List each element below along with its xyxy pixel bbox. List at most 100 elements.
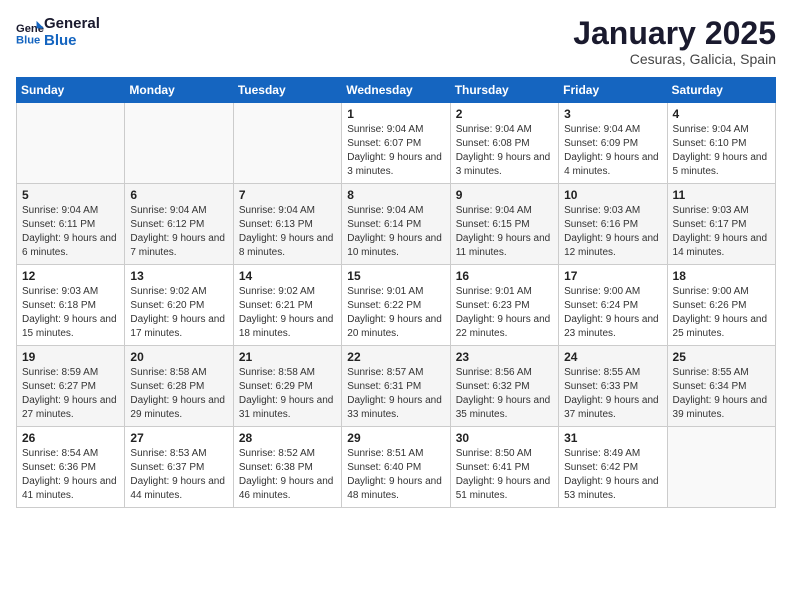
calendar-week-row: 19 Sunrise: 8:59 AM Sunset: 6:27 PM Dayli…	[17, 346, 776, 427]
day-info: Sunrise: 8:59 AM Sunset: 6:27 PM Dayligh…	[22, 366, 119, 422]
calendar-cell: 20 Sunrise: 8:58 AM Sunset: 6:28 PM Dayli…	[125, 346, 233, 427]
calendar-cell: 28 Sunrise: 8:52 AM Sunset: 6:38 PM Dayli…	[233, 427, 341, 508]
day-number: 5	[22, 188, 119, 202]
day-info: Sunrise: 9:04 AM Sunset: 6:14 PM Dayligh…	[347, 204, 444, 260]
day-info: Sunrise: 9:04 AM Sunset: 6:15 PM Dayligh…	[456, 204, 553, 260]
day-number: 16	[456, 269, 553, 283]
calendar-cell: 8 Sunrise: 9:04 AM Sunset: 6:14 PM Daylig…	[342, 184, 450, 265]
calendar-week-row: 5Sunrise: 9:04 AM Sunset: 6:11 PM Daylig…	[17, 184, 776, 265]
calendar-cell: 10 Sunrise: 9:03 AM Sunset: 6:16 PM Dayli…	[559, 184, 667, 265]
day-info: Sunrise: 8:58 AM Sunset: 6:28 PM Dayligh…	[130, 366, 227, 422]
calendar-cell: 25 Sunrise: 8:55 AM Sunset: 6:34 PM Dayli…	[667, 346, 775, 427]
day-info: Sunrise: 8:55 AM Sunset: 6:33 PM Dayligh…	[564, 366, 661, 422]
day-number: 15	[347, 269, 444, 283]
calendar-cell: 5Sunrise: 9:04 AM Sunset: 6:11 PM Daylig…	[17, 184, 125, 265]
day-number: 25	[673, 350, 770, 364]
calendar-cell: 3 Sunrise: 9:04 AM Sunset: 6:09 PM Daylig…	[559, 103, 667, 184]
weekday-header: Saturday	[667, 78, 775, 103]
day-number: 10	[564, 188, 661, 202]
calendar-cell: 31 Sunrise: 8:49 AM Sunset: 6:42 PM Dayli…	[559, 427, 667, 508]
calendar-cell: 22Sunrise: 8:57 AM Sunset: 6:31 PM Dayli…	[342, 346, 450, 427]
calendar-cell	[233, 103, 341, 184]
month-title: January 2025	[573, 16, 776, 51]
calendar-cell: 18Sunrise: 9:00 AM Sunset: 6:26 PM Dayli…	[667, 265, 775, 346]
day-number: 6	[130, 188, 227, 202]
day-info: Sunrise: 8:52 AM Sunset: 6:38 PM Dayligh…	[239, 447, 336, 503]
day-number: 20	[130, 350, 227, 364]
day-info: Sunrise: 8:57 AM Sunset: 6:31 PM Dayligh…	[347, 366, 444, 422]
day-number: 14	[239, 269, 336, 283]
calendar-cell	[17, 103, 125, 184]
day-info: Sunrise: 9:00 AM Sunset: 6:26 PM Dayligh…	[673, 285, 770, 341]
calendar-week-row: 26 Sunrise: 8:54 AM Sunset: 6:36 PM Dayli…	[17, 427, 776, 508]
day-info: Sunrise: 9:04 AM Sunset: 6:13 PM Dayligh…	[239, 204, 336, 260]
day-info: Sunrise: 9:02 AM Sunset: 6:20 PM Dayligh…	[130, 285, 227, 341]
title-block: January 2025 Cesuras, Galicia, Spain	[573, 16, 776, 67]
day-info: Sunrise: 8:51 AM Sunset: 6:40 PM Dayligh…	[347, 447, 444, 503]
calendar-cell: 6 Sunrise: 9:04 AM Sunset: 6:12 PM Daylig…	[125, 184, 233, 265]
day-info: Sunrise: 9:04 AM Sunset: 6:10 PM Dayligh…	[673, 123, 770, 179]
day-number: 7	[239, 188, 336, 202]
calendar-cell: 12 Sunrise: 9:03 AM Sunset: 6:18 PM Dayli…	[17, 265, 125, 346]
day-number: 24	[564, 350, 661, 364]
weekday-header: Monday	[125, 78, 233, 103]
day-number: 3	[564, 107, 661, 121]
day-number: 4	[673, 107, 770, 121]
calendar-cell: 7 Sunrise: 9:04 AM Sunset: 6:13 PM Daylig…	[233, 184, 341, 265]
day-number: 27	[130, 431, 227, 445]
weekday-header: Friday	[559, 78, 667, 103]
day-number: 17	[564, 269, 661, 283]
day-info: Sunrise: 9:03 AM Sunset: 6:18 PM Dayligh…	[22, 285, 119, 341]
day-info: Sunrise: 9:01 AM Sunset: 6:23 PM Dayligh…	[456, 285, 553, 341]
calendar-cell: 11 Sunrise: 9:03 AM Sunset: 6:17 PM Dayli…	[667, 184, 775, 265]
svg-text:Blue: Blue	[16, 34, 40, 46]
weekday-header-row: SundayMondayTuesdayWednesdayThursdayFrid…	[17, 78, 776, 103]
calendar-cell: 9 Sunrise: 9:04 AM Sunset: 6:15 PM Daylig…	[450, 184, 558, 265]
calendar-cell: 30Sunrise: 8:50 AM Sunset: 6:41 PM Dayli…	[450, 427, 558, 508]
day-info: Sunrise: 8:53 AM Sunset: 6:37 PM Dayligh…	[130, 447, 227, 503]
logo: General Blue General Blue	[16, 16, 100, 49]
calendar-cell: 27 Sunrise: 8:53 AM Sunset: 6:37 PM Dayli…	[125, 427, 233, 508]
day-number: 13	[130, 269, 227, 283]
day-number: 28	[239, 431, 336, 445]
day-info: Sunrise: 9:04 AM Sunset: 6:12 PM Dayligh…	[130, 204, 227, 260]
day-info: Sunrise: 9:04 AM Sunset: 6:09 PM Dayligh…	[564, 123, 661, 179]
day-info: Sunrise: 8:55 AM Sunset: 6:34 PM Dayligh…	[673, 366, 770, 422]
day-info: Sunrise: 8:58 AM Sunset: 6:29 PM Dayligh…	[239, 366, 336, 422]
day-number: 21	[239, 350, 336, 364]
day-number: 12	[22, 269, 119, 283]
day-info: Sunrise: 9:02 AM Sunset: 6:21 PM Dayligh…	[239, 285, 336, 341]
day-number: 19	[22, 350, 119, 364]
calendar-cell: 23Sunrise: 8:56 AM Sunset: 6:32 PM Dayli…	[450, 346, 558, 427]
calendar-cell: 4 Sunrise: 9:04 AM Sunset: 6:10 PM Daylig…	[667, 103, 775, 184]
day-info: Sunrise: 9:03 AM Sunset: 6:16 PM Dayligh…	[564, 204, 661, 260]
day-number: 26	[22, 431, 119, 445]
logo-line2: Blue	[44, 33, 100, 50]
calendar-cell: 17Sunrise: 9:00 AM Sunset: 6:24 PM Dayli…	[559, 265, 667, 346]
calendar-cell: 15 Sunrise: 9:01 AM Sunset: 6:22 PM Dayli…	[342, 265, 450, 346]
calendar-week-row: 1Sunrise: 9:04 AM Sunset: 6:07 PM Daylig…	[17, 103, 776, 184]
weekday-header: Tuesday	[233, 78, 341, 103]
calendar-cell: 16 Sunrise: 9:01 AM Sunset: 6:23 PM Dayli…	[450, 265, 558, 346]
day-number: 31	[564, 431, 661, 445]
calendar-table: SundayMondayTuesdayWednesdayThursdayFrid…	[16, 77, 776, 508]
day-number: 8	[347, 188, 444, 202]
calendar-cell: 29Sunrise: 8:51 AM Sunset: 6:40 PM Dayli…	[342, 427, 450, 508]
day-number: 9	[456, 188, 553, 202]
logo-line1: General	[44, 16, 100, 33]
day-info: Sunrise: 8:54 AM Sunset: 6:36 PM Dayligh…	[22, 447, 119, 503]
day-info: Sunrise: 9:04 AM Sunset: 6:07 PM Dayligh…	[347, 123, 444, 179]
logo-icon: General Blue	[16, 19, 44, 47]
day-number: 11	[673, 188, 770, 202]
location: Cesuras, Galicia, Spain	[573, 51, 776, 67]
day-info: Sunrise: 9:01 AM Sunset: 6:22 PM Dayligh…	[347, 285, 444, 341]
day-info: Sunrise: 9:04 AM Sunset: 6:08 PM Dayligh…	[456, 123, 553, 179]
day-info: Sunrise: 8:49 AM Sunset: 6:42 PM Dayligh…	[564, 447, 661, 503]
calendar-cell	[667, 427, 775, 508]
calendar-cell: 13 Sunrise: 9:02 AM Sunset: 6:20 PM Dayli…	[125, 265, 233, 346]
day-info: Sunrise: 9:03 AM Sunset: 6:17 PM Dayligh…	[673, 204, 770, 260]
weekday-header: Wednesday	[342, 78, 450, 103]
calendar-cell: 14 Sunrise: 9:02 AM Sunset: 6:21 PM Dayli…	[233, 265, 341, 346]
day-number: 30	[456, 431, 553, 445]
calendar-week-row: 12 Sunrise: 9:03 AM Sunset: 6:18 PM Dayli…	[17, 265, 776, 346]
